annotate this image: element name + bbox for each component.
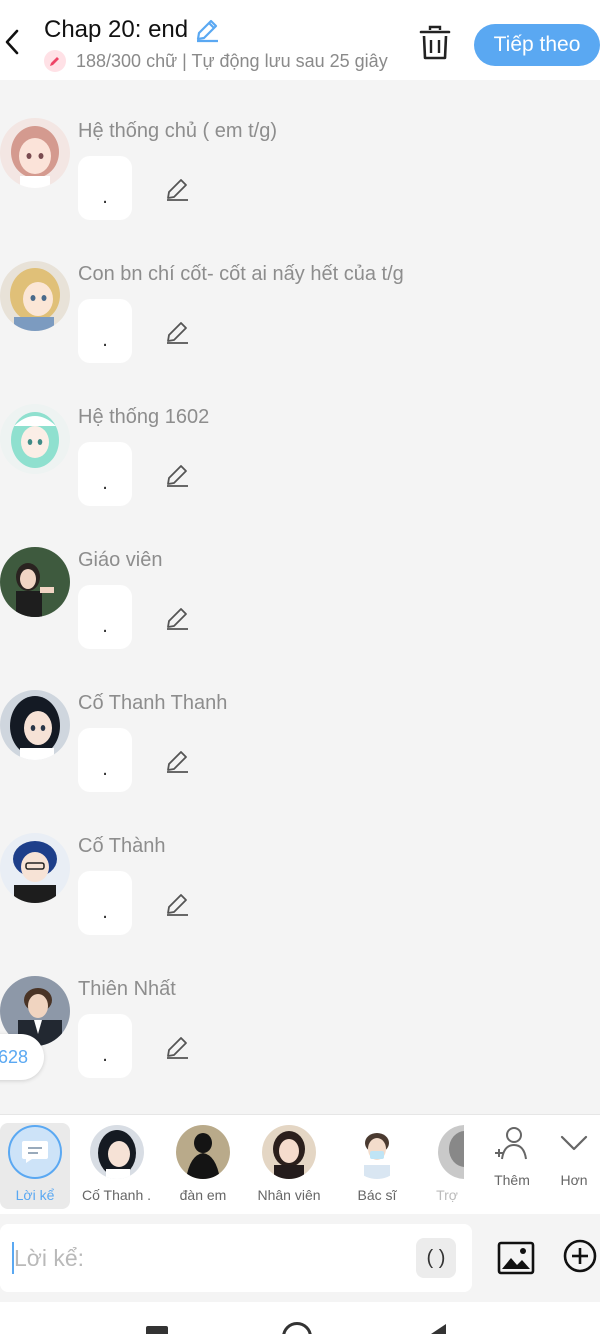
character-name: Cố Thanh Thanh bbox=[78, 692, 228, 714]
character-option[interactable]: Nhân viên bbox=[254, 1123, 324, 1209]
title-row: Chap 20: end bbox=[44, 16, 220, 44]
avatar bbox=[350, 1125, 404, 1179]
back-triangle-icon[interactable] bbox=[426, 1324, 448, 1334]
avatar[interactable] bbox=[0, 261, 70, 331]
character-label: đàn em bbox=[179, 1187, 227, 1203]
message-item: Cố Thành . bbox=[0, 833, 600, 976]
character-label: Cố Thanh ... bbox=[82, 1187, 152, 1203]
avatar[interactable] bbox=[0, 118, 70, 188]
character-option[interactable]: Trợ bbox=[430, 1123, 464, 1209]
character-option[interactable]: Bác sĩ bbox=[342, 1123, 412, 1209]
character-option-narrator[interactable]: Lời kể bbox=[0, 1123, 70, 1209]
edit-icon[interactable] bbox=[164, 748, 190, 774]
home-button[interactable] bbox=[282, 1322, 312, 1334]
message-bubble[interactable]: . bbox=[78, 871, 132, 935]
expand-button[interactable]: Hơn bbox=[544, 1125, 600, 1188]
message-bubble[interactable]: . bbox=[78, 585, 132, 649]
edit-icon[interactable] bbox=[164, 891, 190, 917]
composer: Lời kể: ( ) bbox=[0, 1214, 600, 1302]
character-name: Con bn chí cốt- cốt ai nấy hết của t/g bbox=[78, 263, 404, 285]
message-item: Thiên Nhất . bbox=[0, 976, 600, 1114]
next-button[interactable]: Tiếp theo bbox=[474, 24, 600, 66]
parenthesis-button[interactable]: ( ) bbox=[416, 1238, 456, 1278]
pencil-badge-icon bbox=[44, 50, 66, 72]
avatar[interactable] bbox=[0, 833, 70, 903]
recents-button[interactable] bbox=[146, 1326, 168, 1334]
character-name: Giáo viên bbox=[78, 549, 163, 571]
message-item: Hệ thống chủ ( em t/g) . bbox=[0, 118, 600, 261]
character-option[interactable]: Cố Thanh ... bbox=[82, 1123, 152, 1209]
character-selector: Lời kể Cố Thanh ... đàn em Nhân viên Bác… bbox=[0, 1114, 600, 1214]
chevron-left-icon bbox=[5, 29, 19, 55]
message-bubble[interactable]: . bbox=[78, 1014, 132, 1078]
message-item: Giáo viên . bbox=[0, 547, 600, 690]
avatar bbox=[90, 1125, 144, 1179]
character-label: Lời kể bbox=[15, 1187, 55, 1203]
message-bubble[interactable]: . bbox=[78, 728, 132, 792]
save-status-row: 188/300 chữ | Tự động lưu sau 25 giây bbox=[44, 50, 396, 72]
character-name: Cố Thành bbox=[78, 835, 166, 857]
top-bar: Chap 20: end 188/300 chữ | Tự động lưu s… bbox=[0, 0, 600, 80]
avatar bbox=[176, 1125, 230, 1179]
message-item: Hệ thống 1602 . bbox=[0, 404, 600, 547]
message-item: Con bn chí cốt- cốt ai nấy hết của t/g . bbox=[0, 261, 600, 404]
add-character-label: Thêm bbox=[494, 1172, 530, 1188]
back-button[interactable] bbox=[0, 24, 24, 60]
pencil-icon[interactable] bbox=[194, 17, 220, 43]
message-list[interactable]: Hệ thống chủ ( em t/g) . Con bn chí cốt-… bbox=[0, 80, 600, 1114]
character-label: Nhân viên bbox=[257, 1187, 321, 1203]
avatar[interactable] bbox=[0, 690, 70, 760]
expand-label: Hơn bbox=[560, 1172, 588, 1188]
character-name: Hệ thống 1602 bbox=[78, 406, 210, 428]
input-placeholder: Lời kể: bbox=[14, 1245, 85, 1271]
chapter-title[interactable]: Chap 20: end bbox=[44, 16, 188, 44]
avatar[interactable] bbox=[0, 404, 70, 474]
message-bubble[interactable]: . bbox=[78, 442, 132, 506]
edit-icon[interactable] bbox=[164, 1034, 190, 1060]
edit-icon[interactable] bbox=[164, 605, 190, 631]
add-character-button[interactable]: Thêm bbox=[482, 1125, 542, 1188]
system-nav-bar bbox=[0, 1302, 600, 1334]
add-circle-icon[interactable] bbox=[562, 1238, 598, 1274]
word-count-status: 188/300 chữ | Tự động lưu sau 25 giây bbox=[76, 50, 388, 71]
edit-icon[interactable] bbox=[164, 319, 190, 345]
avatar bbox=[438, 1125, 464, 1179]
character-label: Bác sĩ bbox=[357, 1187, 397, 1203]
character-name: Hệ thống chủ ( em t/g) bbox=[78, 120, 277, 142]
trash-icon[interactable] bbox=[418, 24, 452, 62]
add-person-icon bbox=[495, 1127, 527, 1160]
message-bubble[interactable]: . bbox=[78, 156, 132, 220]
character-label: Trợ bbox=[436, 1187, 458, 1203]
character-name: Thiên Nhất bbox=[78, 978, 176, 1000]
edit-icon[interactable] bbox=[164, 176, 190, 202]
chevron-down-icon bbox=[560, 1135, 588, 1151]
avatar bbox=[262, 1125, 316, 1179]
message-input[interactable]: Lời kể: ( ) bbox=[0, 1224, 472, 1292]
message-item: Cố Thanh Thanh . bbox=[0, 690, 600, 833]
floating-count-badge[interactable]: 628 bbox=[0, 1034, 44, 1080]
edit-icon[interactable] bbox=[164, 462, 190, 488]
image-icon[interactable] bbox=[496, 1238, 536, 1278]
narrator-icon bbox=[8, 1125, 62, 1179]
character-option[interactable]: đàn em bbox=[168, 1123, 238, 1209]
message-bubble[interactable]: . bbox=[78, 299, 132, 363]
avatar[interactable] bbox=[0, 547, 70, 617]
